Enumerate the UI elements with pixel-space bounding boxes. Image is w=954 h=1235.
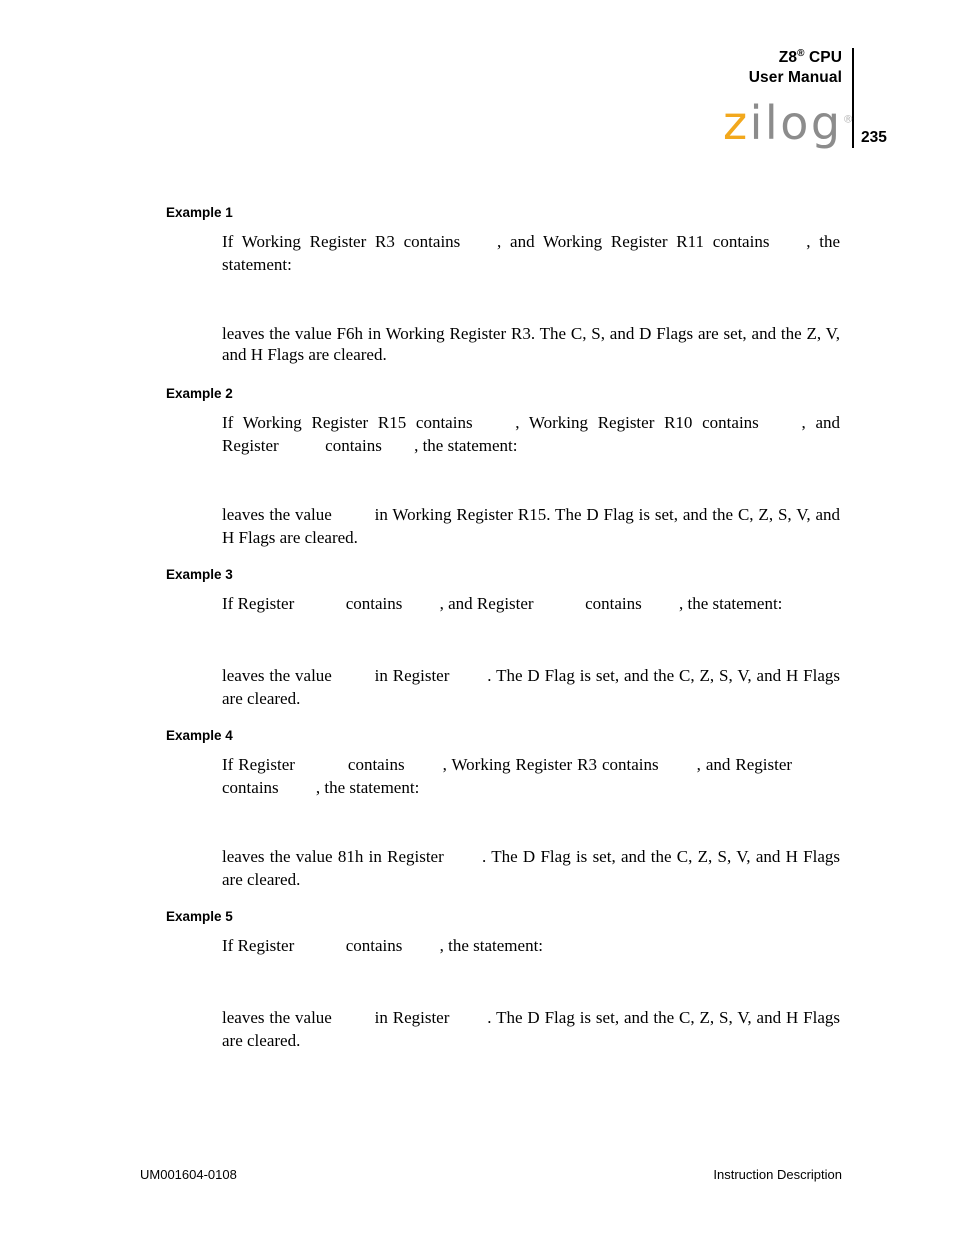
result-text-1: leaves the value F6h in Working Register…	[222, 324, 840, 364]
example-result-paragraph-3: leaves the value in Register . The D Fla…	[222, 666, 840, 709]
code-value-2b	[769, 415, 802, 436]
setup-text-2d: contains	[320, 435, 387, 455]
example-statement-4	[222, 813, 842, 835]
code-value-5c	[337, 1010, 370, 1031]
code-value-3b	[407, 596, 440, 617]
example-result-paragraph-4: leaves the value 81h in Register . The D…	[222, 847, 840, 890]
manual-title-line1: Z8® CPU	[749, 48, 842, 68]
page-footer: UM001604-0108 Instruction Description	[0, 1145, 954, 1235]
setup-text-3b: contains	[341, 594, 407, 613]
code-value-4c	[664, 757, 697, 778]
zilog-logo-ilog: ilog	[749, 96, 843, 150]
example-setup-paragraph-3: If Register contains , and Register cont…	[222, 594, 840, 617]
code-value-5b	[407, 938, 440, 959]
code-value-1a	[469, 234, 497, 255]
page-header: Z8® CPU User Manual 235 zilog®	[0, 0, 954, 170]
footer-section-name: Instruction Description	[713, 1167, 842, 1182]
setup-text-4b: contains	[342, 755, 410, 774]
setup-text-4c: , Working Register R3 contains	[442, 755, 664, 774]
product-name: Z8	[778, 49, 798, 66]
result-text-5a: leaves the value	[222, 1008, 337, 1027]
code-value-4d	[797, 757, 840, 778]
example-setup-paragraph-2: If Working Register R15 contains , Worki…	[222, 413, 840, 458]
setup-text-3e: , the statement:	[679, 594, 783, 613]
setup-text-2a: If Working Register R15 contains	[222, 413, 483, 432]
setup-text-1a: If Working Register R3 contains	[222, 232, 470, 251]
zilog-logo-z: z	[723, 96, 750, 150]
product-name-suffix: CPU	[804, 49, 842, 66]
result-text-2a: leaves the value	[222, 505, 337, 524]
code-value-1b	[778, 234, 806, 255]
code-value-3e	[337, 668, 370, 689]
code-value-2a	[482, 415, 515, 436]
example-setup-paragraph-4: If Register contains , Working Register …	[222, 755, 840, 800]
code-value-4b	[410, 757, 443, 778]
manual-title: Z8® CPU User Manual	[749, 48, 842, 88]
example-statement-3	[222, 632, 842, 654]
code-value-2d	[386, 438, 414, 459]
header-divider-rule	[852, 48, 854, 148]
setup-text-3d: contains	[580, 594, 646, 613]
code-value-3c	[538, 596, 581, 617]
code-value-4f	[449, 849, 482, 870]
code-value-4a	[300, 757, 343, 778]
example-result-paragraph-2: leaves the value in Working Register R15…	[222, 505, 840, 548]
example-setup-paragraph-1: If Working Register R3 contains , and Wo…	[222, 232, 840, 275]
example-heading-1: Example 1	[166, 205, 233, 220]
example-statement-2	[222, 471, 842, 493]
setup-text-2e: , the statement:	[414, 435, 518, 455]
code-value-4e	[283, 780, 316, 801]
setup-text-4d: , and Register	[696, 755, 798, 774]
result-text-3a: leaves the value	[222, 666, 337, 685]
example-heading-2: Example 2	[166, 386, 233, 401]
setup-text-5b: contains	[341, 936, 407, 955]
setup-text-3c: , and Register	[439, 594, 538, 613]
registered-trademark-icon: ®	[797, 47, 805, 59]
setup-text-4e: contains	[222, 777, 283, 797]
result-text-3b: in Register	[369, 666, 455, 685]
code-value-3a	[298, 596, 341, 617]
footer-document-id: UM001604-0108	[140, 1167, 237, 1182]
setup-text-4a: If Register	[222, 755, 300, 774]
example-heading-4: Example 4	[166, 728, 233, 743]
code-value-5a	[298, 938, 341, 959]
setup-text-4f: , the statement:	[315, 777, 420, 797]
example-heading-5: Example 5	[166, 909, 233, 924]
example-result-paragraph-5: leaves the value in Register . The D Fla…	[222, 1008, 840, 1051]
example-setup-paragraph-5: If Register contains , the statement:	[222, 936, 840, 959]
setup-text-5a: If Register	[222, 936, 299, 955]
manual-title-line2: User Manual	[748, 69, 842, 86]
setup-text-3a: If Register	[222, 594, 299, 613]
setup-text-5c: , the statement:	[439, 936, 544, 955]
code-value-3f	[454, 668, 487, 689]
example-heading-3: Example 3	[166, 567, 233, 582]
result-text-5b: in Register	[369, 1008, 455, 1027]
setup-text-2b: , Working Register R10 contains	[515, 413, 769, 432]
example-result-paragraph-1: leaves the value F6h in Working Register…	[222, 324, 840, 365]
code-value-3d	[646, 596, 679, 617]
code-value-2e	[337, 507, 370, 528]
code-value-2c	[283, 438, 321, 459]
result-text-4a: leaves the value 81h in Register	[222, 847, 450, 866]
zilog-logo: zilog®	[723, 96, 854, 150]
example-statement-1	[222, 290, 842, 312]
page-number: 235	[861, 129, 887, 146]
code-value-5d	[454, 1010, 487, 1031]
zilog-logo-trademark-icon: ®	[842, 112, 854, 126]
example-statement-5	[222, 974, 842, 996]
setup-text-1b: , and Working Register R11 contains	[497, 232, 779, 251]
